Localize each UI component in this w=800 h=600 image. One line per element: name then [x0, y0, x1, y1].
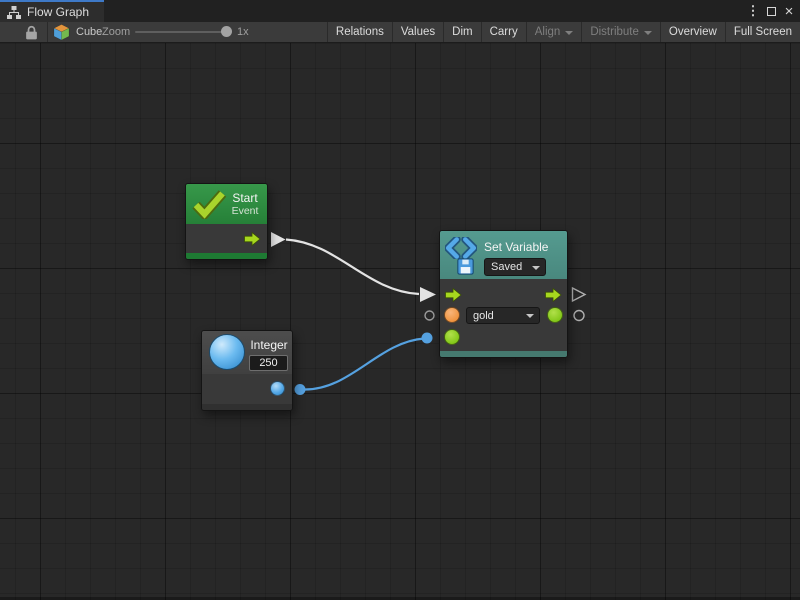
overview-button[interactable]: Overview — [661, 22, 725, 42]
flow-output-port[interactable] — [244, 232, 261, 246]
value-output-port[interactable] — [547, 307, 563, 323]
button-label: Full Screen — [733, 26, 792, 38]
node-title: Start — [232, 191, 258, 205]
flow-output-port[interactable] — [545, 288, 562, 302]
graph-canvas[interactable]: Start Event Set Variable Saved gold Inte… — [0, 43, 800, 600]
variable-scope-dropdown[interactable]: Saved — [484, 258, 546, 276]
flow-connection-wire[interactable] — [285, 238, 420, 296]
chevron-down-icon — [643, 30, 652, 35]
set-variable-node[interactable]: Set Variable Saved gold — [439, 230, 568, 358]
graph-target-button[interactable]: Cube — [52, 22, 102, 42]
lock-icon — [26, 25, 37, 39]
node-title: Set Variable — [484, 240, 549, 254]
flow-graph-icon — [7, 5, 21, 19]
variable-name-dropdown[interactable]: gold — [466, 307, 540, 324]
start-node-footer — [186, 253, 267, 259]
button-label: Carry — [489, 26, 518, 38]
carry-button[interactable]: Carry — [482, 22, 526, 42]
tab-title: Flow Graph — [27, 5, 90, 19]
integer-body — [202, 374, 292, 404]
relations-button[interactable]: Relations — [328, 22, 392, 42]
value-wire-start-dot[interactable] — [294, 384, 306, 395]
zoom-value: 1x — [237, 26, 249, 38]
integer-sphere-icon — [209, 334, 245, 370]
maximize-icon[interactable] — [762, 0, 780, 22]
integer-value-field[interactable]: 250 — [249, 355, 288, 371]
integer-value: 250 — [259, 357, 278, 369]
button-label: Overview — [668, 26, 717, 38]
unconnected-flow-indicator-triangle[interactable] — [571, 286, 587, 303]
node-subtitle: Event — [231, 205, 259, 217]
flow-input-port[interactable] — [445, 288, 462, 302]
tab-bar: Flow Graph ⋮ × — [0, 0, 800, 22]
lock-toggle[interactable] — [25, 22, 38, 42]
integer-node[interactable]: Integer 250 — [201, 330, 293, 411]
code-chevrons-icon — [445, 237, 477, 259]
variable-name-value: gold — [473, 309, 494, 322]
integer-footer — [202, 404, 292, 410]
set-variable-body: gold — [440, 279, 567, 351]
cube-icon — [53, 23, 70, 40]
toolbar-buttons: Relations Values Dim Carry Align Distrib… — [326, 22, 800, 42]
flow-wire-start-arrow[interactable] — [271, 232, 286, 247]
flow-wire-end-arrow[interactable] — [420, 287, 436, 302]
save-floppy-icon — [457, 258, 474, 275]
set-variable-footer — [440, 351, 567, 357]
connection-layer — [271, 232, 587, 395]
window-menu-icon[interactable]: ⋮ — [744, 0, 762, 22]
start-node-header: Start Event — [186, 184, 267, 224]
values-button[interactable]: Values — [393, 22, 443, 42]
node-title: Integer — [250, 338, 288, 352]
button-label: Dim — [452, 26, 473, 38]
checkmark-icon — [192, 190, 227, 219]
zoom-slider-handle[interactable] — [221, 26, 232, 37]
integer-output-port[interactable] — [270, 381, 285, 396]
distribute-button[interactable]: Distribute — [582, 22, 660, 42]
dim-button[interactable]: Dim — [444, 22, 480, 42]
value-input-port[interactable] — [444, 329, 460, 345]
start-event-node[interactable]: Start Event — [185, 183, 268, 260]
window-controls: ⋮ × — [744, 0, 798, 22]
start-node-body — [186, 224, 267, 253]
maximize-glyph — [766, 6, 776, 16]
button-label: Distribute — [590, 26, 639, 38]
close-icon[interactable]: × — [780, 0, 798, 22]
align-button[interactable]: Align — [527, 22, 582, 42]
graph-target-label: Cube — [76, 26, 103, 38]
toolbar-separator — [47, 22, 48, 42]
unconnected-output-indicator-circle[interactable] — [573, 309, 585, 322]
zoom-slider-track[interactable] — [135, 31, 228, 33]
integer-header: Integer 250 — [202, 331, 292, 374]
chevron-down-icon — [532, 265, 540, 270]
set-variable-header: Set Variable Saved — [440, 231, 567, 279]
chevron-down-icon — [565, 30, 574, 35]
value-wire-end-dot[interactable] — [421, 332, 433, 344]
scope-dropdown-value: Saved — [491, 261, 523, 273]
button-label: Values — [400, 26, 436, 38]
variable-name-input-port[interactable] — [444, 307, 460, 323]
unconnected-input-indicator-circle[interactable] — [424, 310, 435, 321]
value-connection-wire[interactable] — [302, 337, 425, 391]
button-label: Relations — [335, 26, 384, 38]
zoom-label: Zoom — [102, 26, 131, 38]
graph-toolbar: Cube Zoom 1x Relations Values Dim Carry … — [0, 22, 800, 43]
flow-graph-window: Flow Graph ⋮ × Cube Zoom 1x Relations Va… — [0, 0, 800, 600]
tab-flow-graph[interactable]: Flow Graph — [0, 0, 104, 22]
full-screen-button[interactable]: Full Screen — [726, 22, 800, 42]
button-label: Align — [534, 26, 561, 38]
chevron-down-icon — [526, 314, 534, 318]
